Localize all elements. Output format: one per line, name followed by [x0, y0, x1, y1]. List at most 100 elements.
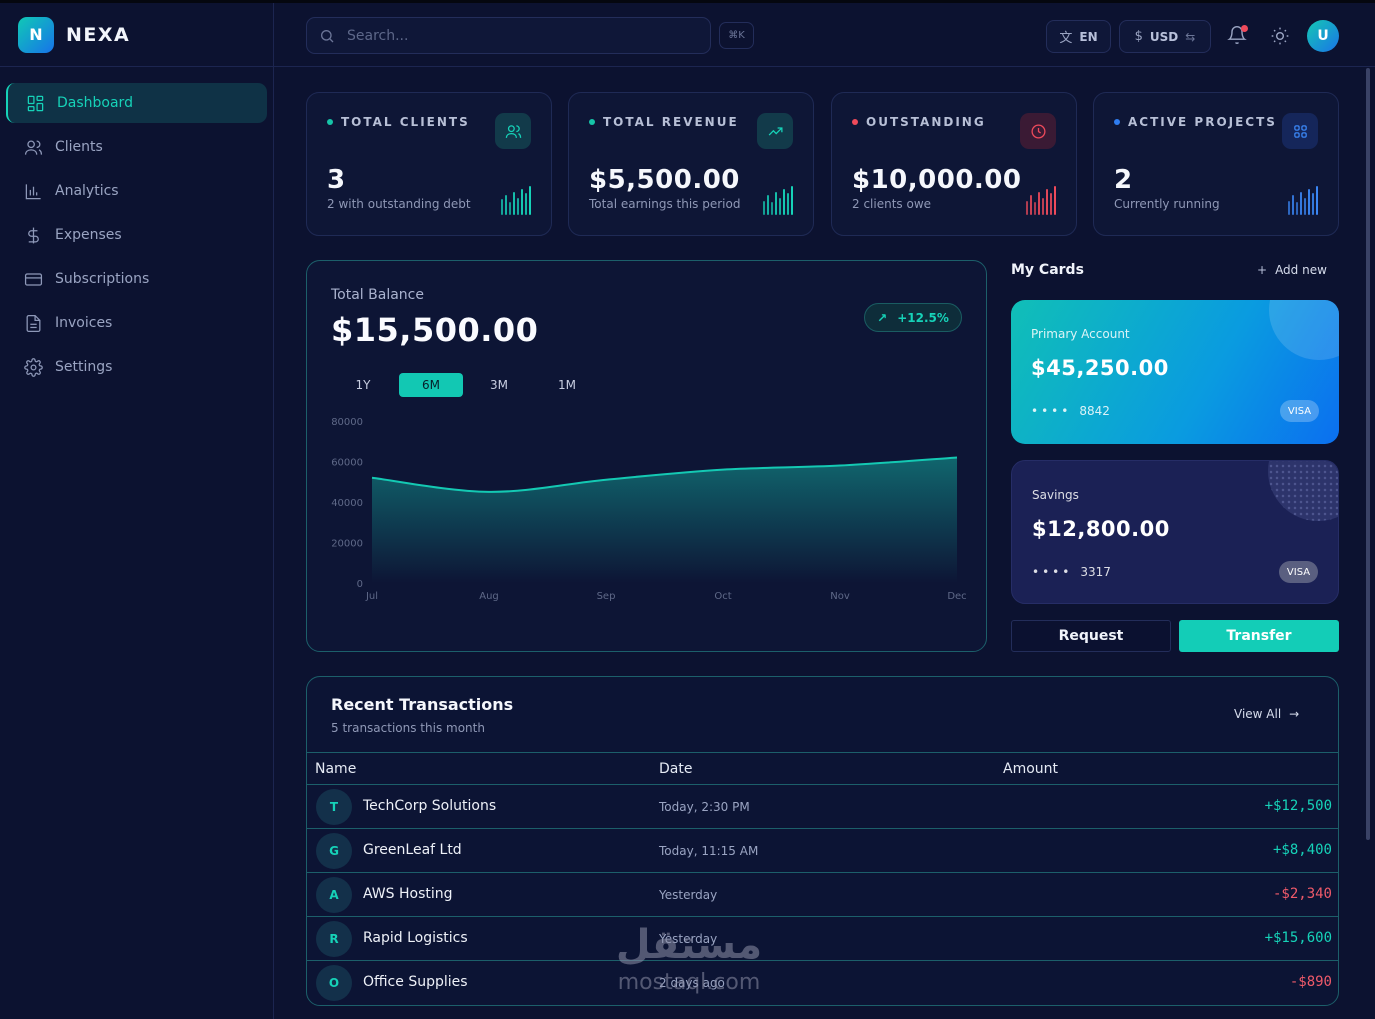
- table-row[interactable]: R Rapid Logistics Yesterday +$15,600: [307, 917, 1338, 961]
- transaction-name: GreenLeaf Ltd: [363, 842, 462, 858]
- currency-button[interactable]: $ USD ⇆: [1119, 20, 1211, 53]
- column-header-amount: Amount: [1003, 761, 1059, 777]
- range-selector: 1Y 6M 3M 1M: [331, 373, 603, 397]
- sparkline-bar: [767, 194, 769, 215]
- stat-value: 2: [1114, 165, 1133, 195]
- range-3m[interactable]: 3M: [467, 373, 531, 397]
- sparkline-bars: [499, 186, 531, 215]
- table-row[interactable]: G GreenLeaf Ltd Today, 11:15 AM +$8,400: [307, 829, 1338, 873]
- sidebar-item-label: Dashboard: [57, 95, 133, 111]
- range-1y[interactable]: 1Y: [331, 373, 395, 397]
- stat-title-text: TOTAL REVENUE: [603, 115, 739, 129]
- sparkline-bar: [1054, 186, 1056, 215]
- change-badge: ↗ +12.5%: [864, 303, 962, 332]
- transfer-button[interactable]: Transfer: [1179, 620, 1339, 652]
- watermark: مستقل mostaql.com: [604, 922, 774, 1002]
- currency-symbol: $: [1134, 29, 1143, 44]
- transaction-amount: -$2,340: [1272, 886, 1332, 902]
- sidebar-nav: Dashboard Clients Analytics Expenses Sub…: [0, 67, 273, 407]
- sparkline-bar: [1304, 197, 1306, 215]
- card-mask: ••••: [1032, 565, 1073, 579]
- card-number: •••• 3317: [1032, 565, 1111, 579]
- card-decoration: [1268, 461, 1338, 521]
- card-name: Savings: [1032, 488, 1079, 502]
- stat-value: $10,000.00: [852, 165, 1022, 195]
- sidebar-item-analytics[interactable]: Analytics: [6, 171, 267, 211]
- balance-label: Total Balance: [331, 287, 424, 303]
- stat-subtext: 2 with outstanding debt: [327, 197, 471, 211]
- main-scrollbar[interactable]: [1366, 68, 1370, 840]
- my-cards-title: My Cards: [1011, 262, 1084, 278]
- x-tick-label: Nov: [830, 591, 850, 602]
- user-avatar[interactable]: U: [1307, 20, 1339, 52]
- table-row[interactable]: T TechCorp Solutions Today, 2:30 PM +$12…: [307, 785, 1338, 829]
- search-box[interactable]: [306, 17, 711, 54]
- card-last4: 3317: [1080, 565, 1111, 579]
- stat-subtext: 2 clients owe: [852, 197, 932, 211]
- sidebar-item-clients[interactable]: Clients: [6, 127, 267, 167]
- watermark-arabic: مستقل: [615, 922, 763, 968]
- y-tick-label: 60000: [331, 458, 363, 469]
- area-fill: [372, 457, 957, 583]
- bar-chart-icon: [25, 183, 41, 199]
- view-all-link[interactable]: View All →: [1234, 707, 1299, 721]
- card-savings[interactable]: Savings $12,800.00 •••• 3317 VISA: [1011, 460, 1339, 604]
- avatar: R: [316, 921, 352, 957]
- y-tick-label: 40000: [331, 498, 363, 509]
- card-balance: $45,250.00: [1031, 356, 1169, 380]
- x-tick-label: Dec: [947, 591, 966, 602]
- stat-title-text: TOTAL CLIENTS: [341, 115, 470, 129]
- table-header: Name Date Amount: [307, 752, 1338, 785]
- sparkline-bar: [1038, 191, 1040, 215]
- transaction-name: Office Supplies: [363, 974, 468, 990]
- gear-icon: [24, 357, 43, 377]
- add-card-button[interactable]: + Add new: [1257, 263, 1327, 277]
- range-1m[interactable]: 1M: [535, 373, 599, 397]
- sparkline-bar: [529, 186, 531, 215]
- arrow-right-icon: →: [1289, 707, 1300, 721]
- table-row[interactable]: O Office Supplies 2 days ago -$890: [307, 961, 1338, 1005]
- sidebar-item-settings[interactable]: Settings: [6, 347, 267, 387]
- balance-value: $15,500.00: [331, 311, 539, 349]
- stat-subtext: Total earnings this period: [589, 197, 741, 211]
- request-button[interactable]: Request: [1011, 620, 1171, 652]
- sparkline-bar: [763, 200, 765, 215]
- card-primary-account[interactable]: Primary Account $45,250.00 •••• 8842 VISA: [1011, 300, 1339, 444]
- x-tick-label: Sep: [597, 591, 616, 602]
- view-all-label: View All: [1234, 707, 1282, 721]
- transaction-date: Today, 2:30 PM: [659, 800, 750, 814]
- stat-card-total-clients: TOTAL CLIENTS 3 2 with outstanding debt: [306, 92, 552, 236]
- column-header-name: Name: [315, 761, 357, 777]
- sidebar-item-invoices[interactable]: Invoices: [6, 303, 267, 343]
- sidebar-item-subscriptions[interactable]: Subscriptions: [6, 259, 267, 299]
- sidebar-item-label: Expenses: [55, 227, 122, 243]
- currency-label: USD: [1149, 29, 1179, 44]
- top-header: ⌘K 文 EN $ USD ⇆ U: [274, 3, 1375, 67]
- theme-toggle[interactable]: [1270, 26, 1290, 46]
- language-button[interactable]: 文 EN: [1046, 20, 1111, 53]
- transaction-name: Rapid Logistics: [363, 930, 468, 946]
- brand[interactable]: N NEXA: [0, 3, 273, 67]
- card-balance: $12,800.00: [1032, 517, 1170, 541]
- watermark-latin: mostaql.com: [617, 970, 761, 995]
- stat-title: ACTIVE PROJECTS: [1114, 115, 1277, 129]
- sidebar-item-label: Analytics: [55, 183, 119, 199]
- sidebar-item-expenses[interactable]: Expenses: [6, 215, 267, 255]
- sparkline-bar: [787, 193, 789, 215]
- sparkline-bar: [521, 188, 523, 215]
- sidebar-item-dashboard[interactable]: Dashboard: [6, 83, 267, 123]
- search-input[interactable]: [347, 27, 687, 44]
- notifications-button[interactable]: [1227, 25, 1249, 47]
- transactions-subtitle: 5 transactions this month: [331, 721, 485, 735]
- table-row[interactable]: A AWS Hosting Yesterday -$2,340: [307, 873, 1338, 917]
- sparkline-bar: [1050, 193, 1052, 215]
- status-dot: [327, 119, 333, 125]
- sidebar: N NEXA Dashboard Clients Analytics Expen…: [0, 3, 274, 1019]
- stat-title: TOTAL REVENUE: [589, 115, 739, 129]
- balance-area-chart: 80000 60000 40000 20000 0Jul Aug Sep Oct Nov Dec: [331, 417, 966, 602]
- sparkline-bar: [1316, 186, 1318, 215]
- range-6m[interactable]: 6M: [399, 373, 463, 397]
- y-tick-label: 0: [357, 579, 363, 590]
- grid-icon: [1282, 113, 1318, 149]
- swap-icon: ⇆: [1185, 29, 1196, 44]
